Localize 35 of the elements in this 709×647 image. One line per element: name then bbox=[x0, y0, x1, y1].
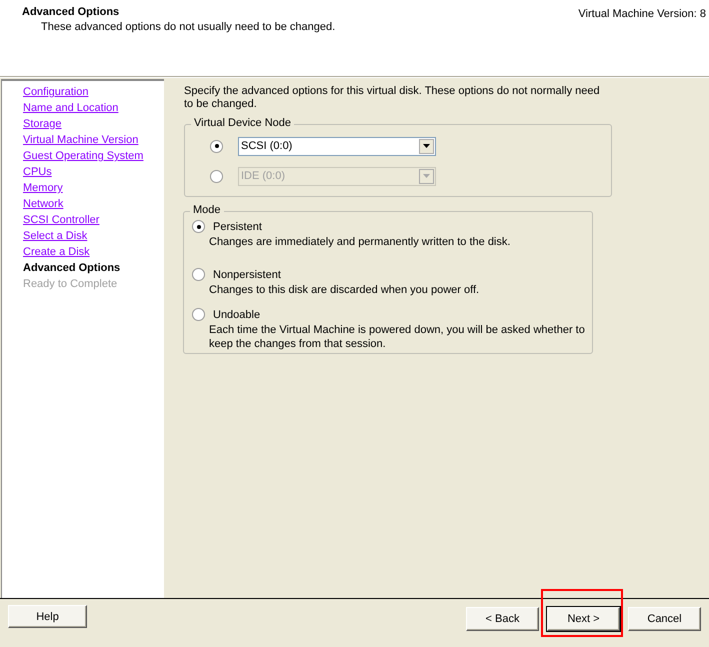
version-label: Virtual Machine Version: 8 bbox=[578, 8, 706, 22]
radio-button[interactable] bbox=[192, 308, 205, 321]
step-link[interactable]: Virtual Machine Version bbox=[23, 132, 138, 148]
step-link[interactable]: Create a Disk bbox=[23, 244, 90, 260]
help-button[interactable]: Help bbox=[8, 605, 87, 628]
pending-step: Ready to Complete bbox=[23, 276, 118, 292]
option-label: Undoable bbox=[213, 308, 260, 320]
caret-icon[interactable] bbox=[423, 144, 430, 148]
step-link[interactable]: Network bbox=[23, 196, 64, 212]
group-title: Virtual Device Node bbox=[191, 117, 294, 129]
radio-button[interactable] bbox=[192, 268, 205, 281]
group-title: Mode bbox=[190, 204, 224, 216]
option-description: Each time the Virtual Machine is powered down, you will be asked whether to keep the changes from that session. bbox=[209, 323, 586, 351]
step-link[interactable]: Storage bbox=[23, 116, 62, 132]
current-step: Advanced Options bbox=[23, 260, 120, 276]
option-label: Persistent bbox=[213, 220, 262, 232]
option-description: Changes are immediately and permanently written to the disk. bbox=[209, 235, 512, 249]
step-link[interactable]: SCSI Controller bbox=[23, 212, 100, 228]
option-description: Changes to this disk are discarded when you power off. bbox=[209, 283, 480, 297]
dropdown[interactable]: SCSI (0:0) bbox=[238, 136, 436, 156]
option-label: Nonpersistent bbox=[213, 268, 281, 280]
step-link[interactable]: Guest Operating System bbox=[23, 148, 144, 164]
step-link[interactable]: Select a Disk bbox=[23, 228, 88, 244]
wizard-button[interactable]: Cancel bbox=[628, 607, 701, 631]
page-title: Advanced Options bbox=[22, 6, 120, 18]
step-link[interactable]: Memory bbox=[23, 180, 63, 196]
radio-button[interactable] bbox=[210, 140, 223, 152]
step-link[interactable]: CPUs bbox=[23, 164, 52, 180]
step-link[interactable]: Name and Location bbox=[23, 100, 118, 116]
radio-button[interactable] bbox=[192, 220, 205, 233]
step-link[interactable]: Configuration bbox=[23, 84, 88, 100]
page-subtitle: These advanced options do not usually need to be changed. bbox=[41, 21, 336, 33]
instruction-text: Specify the advanced options for this virtual disk. These options do not normally need to be changed. bbox=[184, 85, 601, 111]
wizard-button[interactable]: Next > bbox=[547, 607, 620, 631]
wizard-button[interactable]: < Back bbox=[466, 607, 539, 631]
